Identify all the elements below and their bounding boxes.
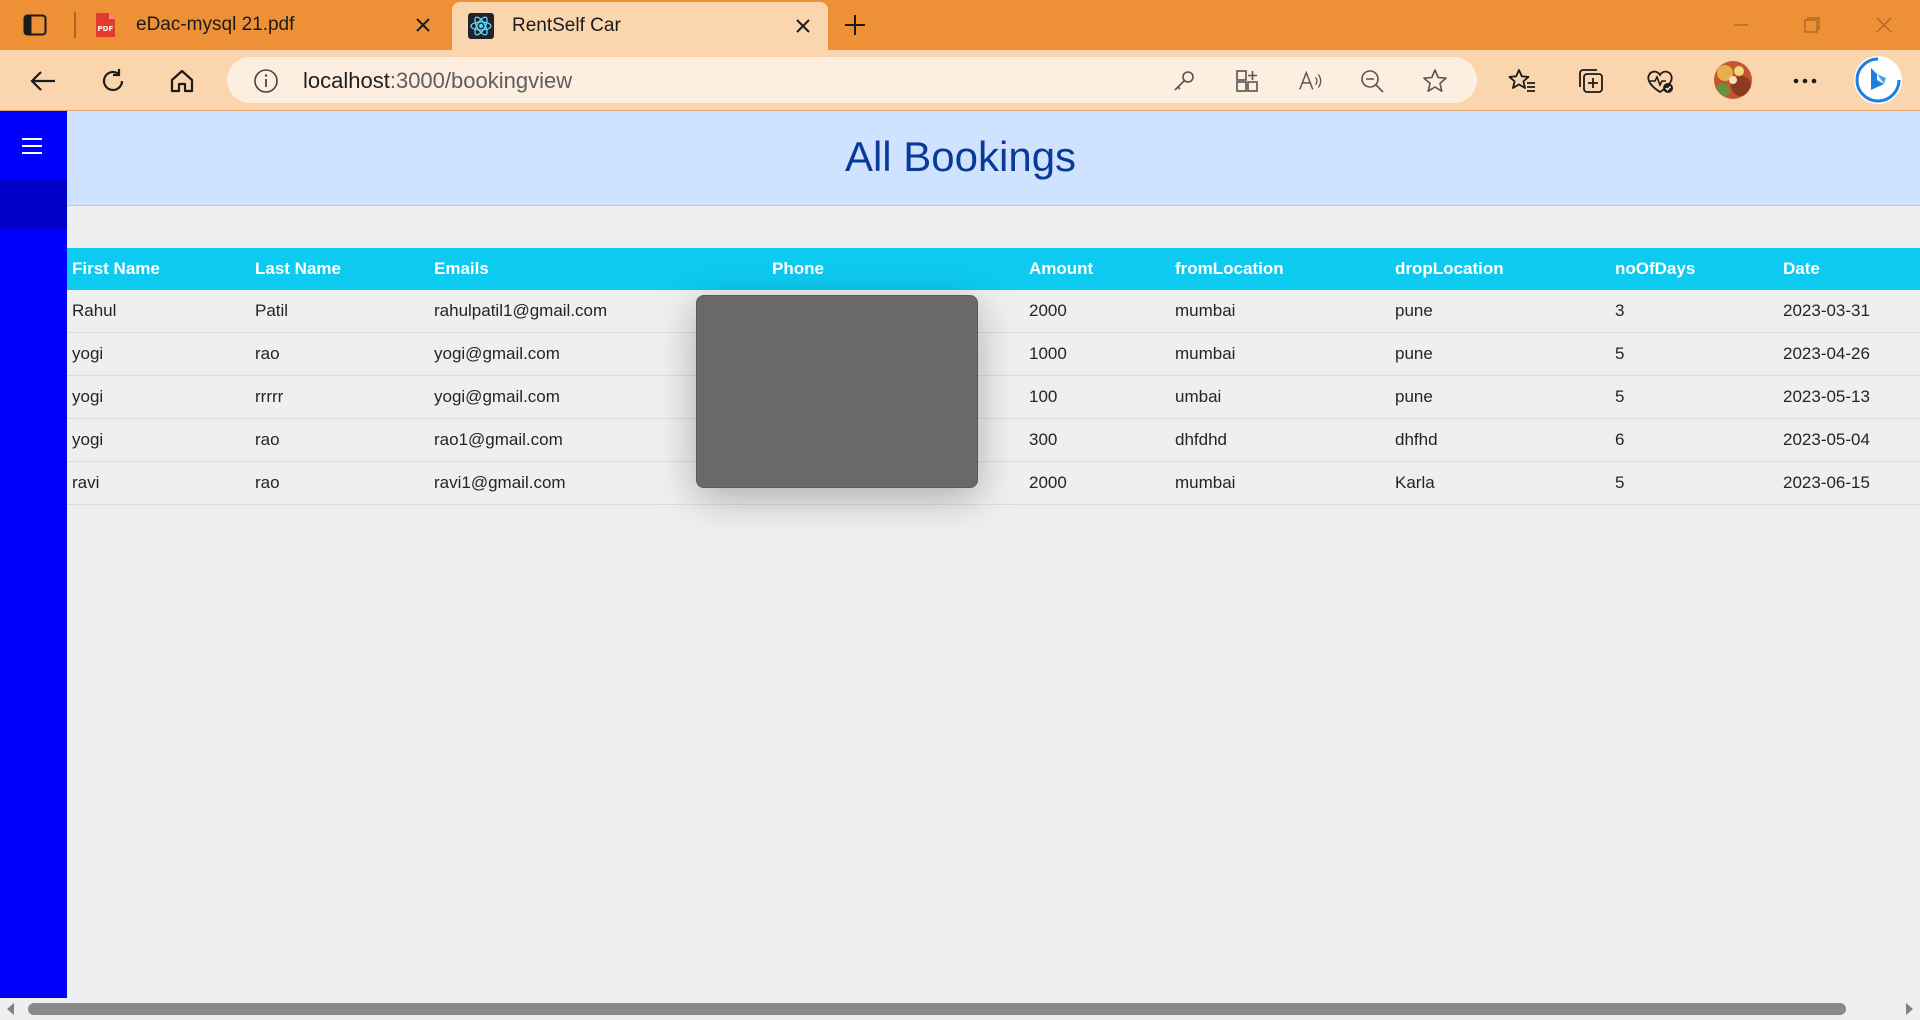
read-aloud-icon[interactable] (1297, 68, 1323, 94)
bing-copilot-icon[interactable] (1852, 54, 1904, 106)
cell-no-of-days: 5 (1610, 332, 1778, 376)
cell-amount: 2000 (1024, 461, 1170, 505)
cell-no-of-days: 6 (1610, 418, 1778, 462)
reload-icon[interactable] (96, 64, 130, 98)
browser-essentials-icon[interactable] (1643, 64, 1677, 98)
cell-from-location: dhfdhd (1170, 418, 1390, 462)
column-header-date: Date (1783, 259, 1820, 278)
close-icon[interactable] (412, 14, 434, 36)
column-header-amount: Amount (1029, 259, 1094, 278)
cell-amount: 1000 (1024, 332, 1170, 376)
cell-no-of-days: 5 (1610, 461, 1778, 505)
restore-icon[interactable] (1797, 12, 1827, 38)
cell-drop-location: pune (1390, 332, 1610, 376)
tab-pdf[interactable]: PDF eDac-mysql 21.pdf (78, 0, 448, 50)
cell-first-name: ravi (67, 461, 250, 505)
scrollbar-thumb[interactable] (28, 1003, 1846, 1015)
svg-text:PDF: PDF (98, 25, 114, 33)
horizontal-scrollbar[interactable] (0, 998, 1920, 1020)
bookings-table: First Name Last Name Emails Phone Amount… (67, 248, 1920, 505)
home-icon[interactable] (165, 64, 199, 98)
table-row: yogi rao yogi@gmail.com 1000 mumbai pune… (67, 332, 1920, 376)
close-window-icon[interactable] (1869, 12, 1899, 38)
column-header-emails: Emails (434, 259, 489, 278)
table-row: Rahul Patil rahulpatil1@gmail.com 2000 m… (67, 290, 1920, 333)
avatar[interactable] (1713, 60, 1753, 100)
column-header-last-name: Last Name (255, 259, 341, 278)
sidebar-active-item[interactable] (0, 179, 67, 229)
cell-from-location: umbai (1170, 375, 1390, 419)
close-icon[interactable] (792, 15, 814, 37)
cell-drop-location: pune (1390, 375, 1610, 419)
cell-first-name: yogi (67, 332, 250, 376)
cell-no-of-days: 3 (1610, 290, 1778, 333)
minimize-icon[interactable] (1726, 12, 1756, 38)
table-row: yogi rao rao1@gmail.com 300 dhfdhd dhfhd… (67, 418, 1920, 462)
cell-from-location: mumbai (1170, 332, 1390, 376)
page-title: All Bookings (844, 133, 1077, 180)
browser-toolbar: localhost:3000/bookingview (0, 50, 1920, 111)
back-icon[interactable] (26, 64, 60, 98)
cell-last-name: rao (250, 418, 429, 462)
tab-title: RentSelf Car (512, 15, 621, 36)
cell-date: 2023-05-13 (1778, 375, 1920, 419)
cell-first-name: yogi (67, 375, 250, 419)
table-row: ravi rao ravi1@gmail.com +91-9425000000 … (67, 461, 1920, 505)
sidebar (0, 111, 67, 998)
cell-date: 2023-04-26 (1778, 332, 1920, 376)
cell-first-name: Rahul (67, 290, 250, 333)
pdf-icon: PDF (92, 12, 118, 38)
zoom-out-icon[interactable] (1359, 68, 1385, 94)
column-header-first-name: First Name (72, 259, 160, 278)
cell-last-name: rao (250, 461, 429, 505)
column-header-drop-location: dropLocation (1395, 259, 1504, 278)
tab-rentself[interactable]: RentSelf Car (452, 2, 828, 50)
page-header: All Bookings (67, 111, 1920, 206)
scroll-right-icon[interactable] (1902, 1002, 1916, 1016)
cell-date: 2023-06-15 (1778, 461, 1920, 505)
table-row: yogi rrrrr yogi@gmail.com 100 umbai pune… (67, 375, 1920, 419)
url-text[interactable]: localhost:3000/bookingview (303, 68, 572, 94)
hover-preview-overlay (696, 295, 978, 488)
column-header-from-location: fromLocation (1175, 259, 1284, 278)
column-header-phone: Phone (772, 259, 824, 278)
table-header-row: First Name Last Name Emails Phone Amount… (67, 248, 1920, 290)
app-available-icon[interactable] (1234, 68, 1260, 94)
cell-amount: 100 (1024, 375, 1170, 419)
more-menu-icon[interactable] (1788, 64, 1822, 98)
cell-no-of-days: 5 (1610, 375, 1778, 419)
cell-drop-location: dhfhd (1390, 418, 1610, 462)
favorites-icon[interactable] (1505, 64, 1539, 98)
cell-from-location: mumbai (1170, 290, 1390, 333)
cell-drop-location: pune (1390, 290, 1610, 333)
scroll-left-icon[interactable] (4, 1002, 18, 1016)
cell-drop-location: Karla (1390, 461, 1610, 505)
tab-title: eDac-mysql 21.pdf (136, 14, 295, 35)
cell-from-location: mumbai (1170, 461, 1390, 505)
column-header-no-of-days: noOfDays (1615, 259, 1696, 278)
new-tab-icon[interactable] (840, 10, 870, 40)
cell-first-name: yogi (67, 418, 250, 462)
tab-strip: PDF eDac-mysql 21.pdf RentSelf Car (0, 0, 1920, 50)
cell-date: 2023-03-31 (1778, 290, 1920, 333)
address-bar[interactable]: localhost:3000/bookingview (227, 57, 1477, 103)
tab-actions-icon[interactable] (22, 13, 48, 37)
info-icon[interactable] (253, 68, 279, 94)
favorite-star-icon[interactable] (1422, 68, 1448, 94)
cell-last-name: rao (250, 332, 429, 376)
tab-divider (74, 12, 76, 38)
cell-amount: 300 (1024, 418, 1170, 462)
cell-amount: 2000 (1024, 290, 1170, 333)
react-icon (468, 13, 494, 39)
hamburger-menu-icon[interactable] (21, 136, 43, 156)
collections-icon[interactable] (1574, 64, 1608, 98)
key-icon[interactable] (1171, 68, 1197, 94)
cell-last-name: rrrrr (250, 375, 429, 419)
cell-last-name: Patil (250, 290, 429, 333)
cell-date: 2023-05-04 (1778, 418, 1920, 462)
